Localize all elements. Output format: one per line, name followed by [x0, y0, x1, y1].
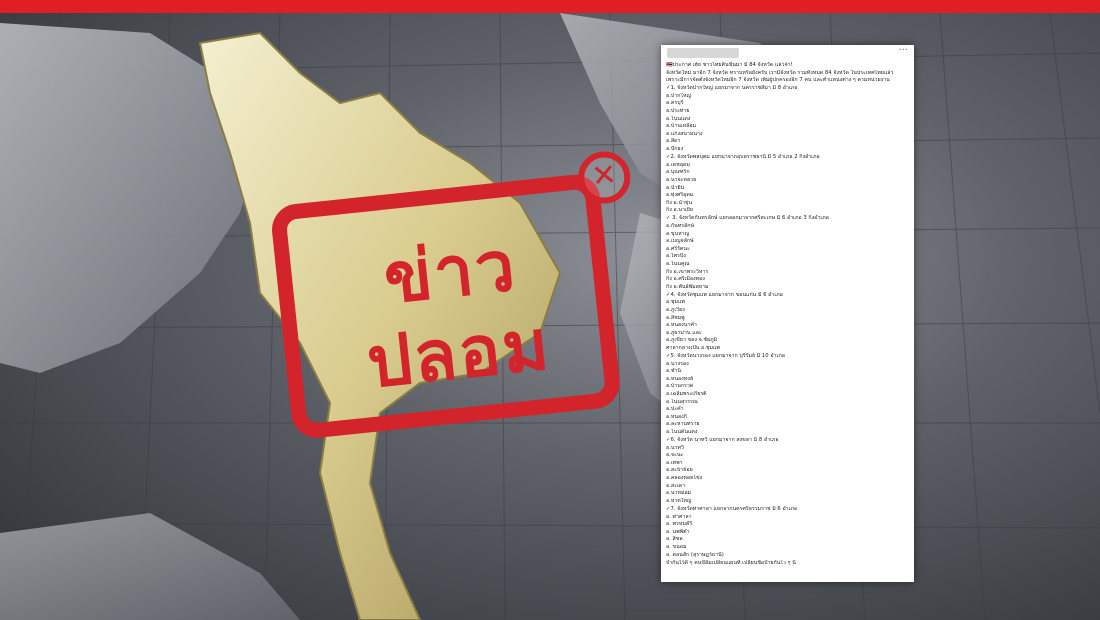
post-line: จำกันไว้ดี ๆ คนขี้ลืมเปลี่ยนแผนที่ เปลี่…	[666, 559, 796, 566]
post-line: อ.นาหม่อม	[666, 490, 692, 497]
post-line: อ.เทพา	[666, 459, 683, 466]
post-line: อ.สีชมพู	[666, 314, 685, 321]
post-header: ···	[661, 45, 914, 62]
post-line: อ.โนนคูณ	[666, 260, 690, 267]
post-line: อ.ศรีรัตนะ	[666, 245, 690, 252]
top-red-bar	[0, 0, 1100, 13]
post-line: กิ่ง อ.พันธ์พิมสยาม	[666, 283, 709, 290]
post-line: อ.เฉลิมพระเกียรติ	[666, 391, 707, 398]
post-line: อ.ภูเขียว ของ จ.ชัยภูมิ	[666, 337, 718, 344]
post-line: 🇹🇭ประกาศ เฮ้ย ชาวไทยตื่นขึ้นมา มี 84 จัง…	[666, 62, 793, 68]
post-line: ✓4. จังหวัดชุมแพ แยกมาจาก ขอนแก่น มี 6 อ…	[666, 291, 783, 298]
post-line: อ. ท่าศาลา	[666, 513, 692, 520]
post-line: กิ่ง อ.เขาพระวิหาร	[666, 268, 709, 275]
blurred-author-name	[667, 48, 739, 58]
post-line: อ.ไพรบึง	[666, 253, 686, 260]
post-line: อ.สะเดา	[666, 482, 686, 489]
post-line: กิ่ง อ.ศรีเมืองทอง	[666, 276, 705, 283]
post-line: อ.เบญจลักษ์	[666, 238, 694, 245]
post-line: อ.นาจะหลวย	[666, 176, 697, 183]
post-line: อ.โนนดินแดง	[666, 429, 698, 435]
post-line: อ. สิชล	[666, 536, 683, 543]
post-line: อ. ดอนสัก (สุราษฎร์ธานี)	[666, 551, 724, 558]
post-line: ศาลากลางเป็น อ.ชุมแพ	[666, 344, 720, 351]
post-line: อ. นพพิตำ	[666, 528, 690, 535]
post-line: ✓7. จังหวัดท่าศาลา แยกจากนครศรีธรรมราช ม…	[666, 505, 798, 512]
post-line: จังหวัดใหม่ มาอีก 7 จังหวัด ทราบหรือยังค…	[666, 69, 894, 76]
post-line: อ.ภูผาม่าน และ	[666, 329, 702, 336]
post-line: เพราะมีการจัดตั้งจังหวัดใหม่อีก 7 จังหวั…	[666, 77, 890, 84]
post-line: อ.บ้านกรวด	[666, 383, 694, 390]
post-line: อ.บ้านเหลื่อม	[666, 123, 697, 130]
post-line: อ.ปะคำ	[666, 406, 684, 413]
post-line: อ.โนนแดง	[666, 115, 691, 122]
social-post-screenshot: ··· 🇹🇭ประกาศ เฮ้ย ชาวไทยตื่นขึ้นมา มี 84…	[661, 45, 914, 582]
post-line: กิ่ง อ.น้ำขุ่น	[666, 199, 693, 206]
post-line: อ.คลองหอยโข่ง	[666, 475, 703, 482]
post-line: อ. พรหมคีรี	[666, 521, 693, 528]
post-line: กิ่ง อ.นาเยีย	[666, 207, 693, 214]
post-line: ✓2. จังหวัดพลบุตม แยกมาจากอุบลราชธานี มี…	[666, 154, 820, 161]
post-line: อ.น้ำยืน	[666, 184, 685, 191]
post-line: ✓1. จังหวัดปากใหญ่ แยกมาจาก นครราชสีมา ม…	[666, 85, 798, 92]
post-body: 🇹🇭ประกาศ เฮ้ย ชาวไทยตื่นขึ้นมา มี 84 จัง…	[661, 62, 914, 567]
post-line: อ.ขุนหาญ	[666, 230, 690, 237]
post-line: อ.โนนสุวรรณ	[666, 398, 698, 405]
post-line: อ.กันทรลักษ์	[666, 222, 694, 229]
post-line: อ.ชุมแพ	[666, 299, 685, 306]
post-line: ✓ 3. จังหวัดกันทรลักษ์ แยกออกมาจากศรีสะเ…	[666, 215, 829, 222]
post-line: อ.สีดา	[666, 138, 681, 145]
fake-news-stamp: ✕ ข่าว ปลอม	[255, 148, 650, 446]
post-line: อ. ขนอม	[666, 543, 687, 550]
post-line: ✓6. จังหวัด นาทวี แยกมาจาก สงขลา มี 8 อำ…	[666, 437, 779, 444]
post-line: อ.ครบุรี	[666, 100, 684, 107]
post-line: อ.แก้งสนามนาง	[666, 130, 703, 137]
post-line: อ.สะบ้าย้อย	[666, 467, 693, 474]
post-line: อ.หนองนาคำ	[666, 322, 697, 329]
post-line: ✓5. จังหวัดนางรอง แยกมาจาก บุรีรัมย์ มี …	[666, 353, 785, 360]
post-line: อ.ทุ่งศรีอุดม	[666, 192, 694, 199]
post-line: อ.หนองหงส์	[666, 375, 694, 382]
post-line: อ.ภูเวียง	[666, 307, 685, 313]
post-line: อ.ละหานทราย	[666, 421, 700, 428]
more-options-icon[interactable]: ···	[898, 45, 908, 56]
post-line: อ.หาดใหญ่	[666, 497, 692, 504]
post-line: อ.ชำนิ	[666, 368, 682, 375]
post-line: อ.จะนะ	[666, 452, 684, 459]
post-line: อ.บุณฑริก	[666, 169, 690, 176]
post-line: อ.นาทวี	[666, 444, 684, 451]
post-line: อ.ปากใหญ่	[666, 92, 691, 99]
post-line: อ.หนองกี่	[666, 413, 687, 420]
post-line: อ.ประทาย	[666, 108, 690, 115]
post-line: อ.นางรอง	[666, 360, 689, 367]
post-line: อ.เดชอุดม	[666, 161, 690, 168]
post-line: อ.ปักธง	[666, 146, 684, 153]
